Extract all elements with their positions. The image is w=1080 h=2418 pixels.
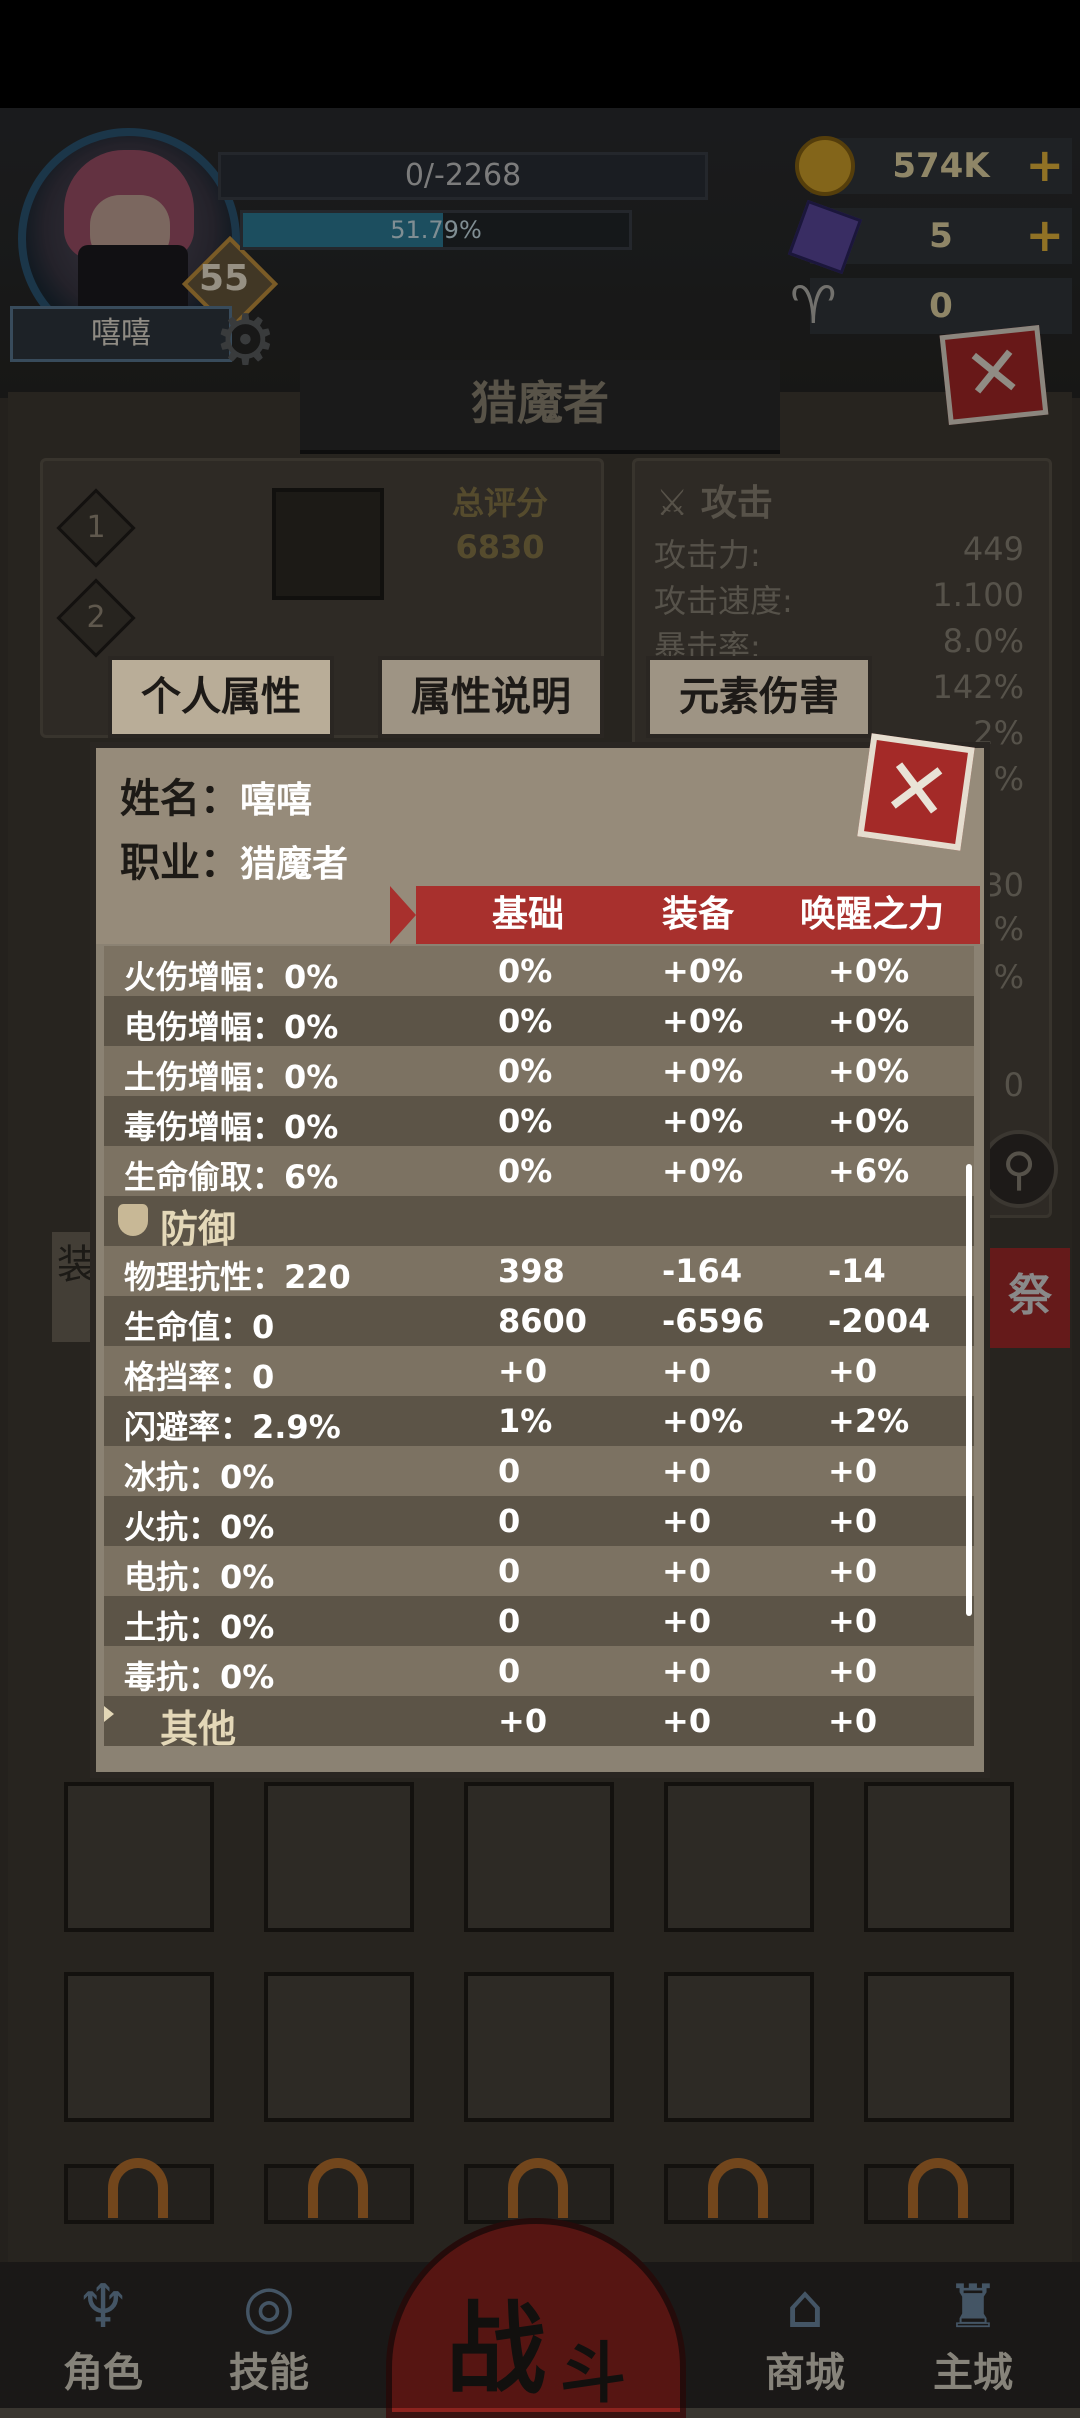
section-title: 防御 bbox=[160, 1207, 237, 1251]
stats-section-header: 其他 +0 +0 +0 bbox=[104, 1696, 974, 1750]
stat-equip: +0% bbox=[662, 1002, 744, 1040]
column-equip: 装备 bbox=[661, 894, 734, 935]
tab-element[interactable]: 元素伤害 bbox=[646, 656, 872, 738]
stat-awake: +0 bbox=[828, 1452, 878, 1490]
stat-awake: +0 bbox=[828, 1602, 878, 1640]
stats-row: 毒伤增幅：0% 0% +0% +0% bbox=[104, 1096, 974, 1146]
stats-row: 火伤增幅：0% 0% +0% +0% bbox=[104, 946, 974, 996]
stats-row: 格挡率：0 +0 +0 +0 bbox=[104, 1346, 974, 1396]
stat-label: 冰抗：0% bbox=[124, 1458, 275, 1496]
stat-equip: +0 bbox=[662, 1652, 712, 1690]
stat-base: 0% bbox=[498, 1152, 553, 1190]
scrollbar[interactable] bbox=[966, 1164, 972, 1616]
column-header-notch bbox=[390, 886, 416, 944]
stats-row: 物理抗性：220 398 -164 -14 bbox=[104, 1246, 974, 1296]
tab-explain[interactable]: 属性说明 bbox=[378, 656, 604, 738]
stat-equip: +0% bbox=[662, 1102, 744, 1140]
stat-label: 电伤增幅：0% bbox=[124, 1008, 339, 1046]
stat-awake: +0 bbox=[828, 1652, 878, 1690]
stat-equip: -6596 bbox=[662, 1302, 765, 1340]
shield-icon bbox=[118, 1204, 148, 1236]
stat-awake: +0 bbox=[828, 1552, 878, 1590]
stats-row: 生命偷取：6% 0% +0% +6% bbox=[104, 1146, 974, 1196]
section-title: 其他 bbox=[160, 1707, 237, 1750]
stat-base: 8600 bbox=[498, 1302, 588, 1340]
stats-section-header: 防御 bbox=[104, 1196, 974, 1251]
column-base: 基础 bbox=[491, 894, 564, 935]
name-label: 姓名： bbox=[120, 776, 240, 822]
stat-awake: +6% bbox=[828, 1152, 910, 1190]
stat-awake: +0% bbox=[828, 952, 910, 990]
stat-base: 398 bbox=[498, 1252, 565, 1290]
stat-base: +0 bbox=[498, 1352, 548, 1390]
stat-awake: +0% bbox=[828, 1002, 910, 1040]
stat-base: +0 bbox=[498, 1702, 548, 1740]
stats-row: 土抗：0% 0 +0 +0 bbox=[104, 1596, 974, 1646]
stat-equip: +0% bbox=[662, 1152, 744, 1190]
stat-label: 毒抗：0% bbox=[124, 1658, 275, 1696]
stat-label: 格挡率：0 bbox=[124, 1358, 275, 1396]
stat-equip: +0 bbox=[662, 1552, 712, 1590]
stat-equip: +0 bbox=[662, 1702, 712, 1740]
stat-label: 闪避率：2.9% bbox=[124, 1408, 341, 1446]
stat-label: 物理抗性：220 bbox=[124, 1258, 351, 1296]
stat-base: 0% bbox=[498, 1052, 553, 1090]
stat-base: 0% bbox=[498, 952, 553, 990]
stat-equip: -164 bbox=[662, 1252, 743, 1290]
job-line: 职业：猎魔者 bbox=[120, 830, 348, 888]
stat-equip: +0% bbox=[662, 952, 744, 990]
stat-base: 0 bbox=[498, 1652, 521, 1690]
stat-awake: +0 bbox=[828, 1352, 878, 1390]
stat-awake: +0% bbox=[828, 1052, 910, 1090]
stat-awake: +0 bbox=[828, 1702, 878, 1740]
stat-equip: +0 bbox=[662, 1602, 712, 1640]
tab-personal[interactable]: 个人属性 bbox=[108, 656, 334, 738]
stat-base: 1% bbox=[498, 1402, 553, 1440]
stat-awake: -2004 bbox=[828, 1302, 931, 1340]
name-value: 嘻嘻 bbox=[240, 780, 313, 821]
stat-awake: -14 bbox=[828, 1252, 886, 1290]
stat-awake: +0% bbox=[828, 1102, 910, 1140]
stat-equip: +0% bbox=[662, 1402, 744, 1440]
stat-base: 0% bbox=[498, 1002, 553, 1040]
stat-base: 0 bbox=[498, 1552, 521, 1590]
stats-row: 生命值：0 8600 -6596 -2004 bbox=[104, 1296, 974, 1346]
job-value: 猎魔者 bbox=[240, 844, 349, 885]
stat-label: 生命偷取：6% bbox=[124, 1158, 339, 1196]
expand-arrow-icon bbox=[104, 1706, 114, 1722]
stat-label: 电抗：0% bbox=[124, 1558, 275, 1596]
stats-row: 土伤增幅：0% 0% +0% +0% bbox=[104, 1046, 974, 1096]
stat-base: 0 bbox=[498, 1602, 521, 1640]
stats-row: 电伤增幅：0% 0% +0% +0% bbox=[104, 996, 974, 1046]
stat-base: 0% bbox=[498, 1102, 553, 1140]
stat-equip: +0 bbox=[662, 1352, 712, 1390]
stat-label: 生命值：0 bbox=[124, 1308, 275, 1346]
stats-row: 电抗：0% 0 +0 +0 bbox=[104, 1546, 974, 1596]
stat-base: 0 bbox=[498, 1502, 521, 1540]
stats-row: 冰抗：0% 0 +0 +0 bbox=[104, 1446, 974, 1496]
stat-equip: +0% bbox=[662, 1052, 744, 1090]
stat-base: 0 bbox=[498, 1452, 521, 1490]
stat-equip: +0 bbox=[662, 1452, 712, 1490]
stats-row: 火抗：0% 0 +0 +0 bbox=[104, 1496, 974, 1546]
stats-row: 毒抗：0% 0 +0 +0 bbox=[104, 1646, 974, 1696]
stat-label: 火伤增幅：0% bbox=[124, 958, 339, 996]
stats-row: 闪避率：2.9% 1% +0% +2% bbox=[104, 1396, 974, 1446]
job-label: 职业： bbox=[120, 840, 240, 886]
close-popup-button[interactable]: ✕ bbox=[857, 733, 975, 851]
name-line: 姓名：嘻嘻 bbox=[120, 766, 312, 824]
stat-awake: +2% bbox=[828, 1402, 910, 1440]
stat-awake: +0 bbox=[828, 1502, 878, 1540]
stats-table[interactable]: 火伤增幅：0% 0% +0% +0% 电伤增幅：0% 0% +0% +0% 土伤增幅：0% 0% +… bbox=[104, 946, 974, 1750]
stat-label: 毒伤增幅：0% bbox=[124, 1108, 339, 1146]
stat-equip: +0 bbox=[662, 1502, 712, 1540]
stat-label: 土抗：0% bbox=[124, 1608, 275, 1646]
column-awaken: 唤醒之力 bbox=[799, 894, 944, 935]
stat-label: 土伤增幅：0% bbox=[124, 1058, 339, 1096]
stat-label: 火抗：0% bbox=[124, 1508, 275, 1546]
